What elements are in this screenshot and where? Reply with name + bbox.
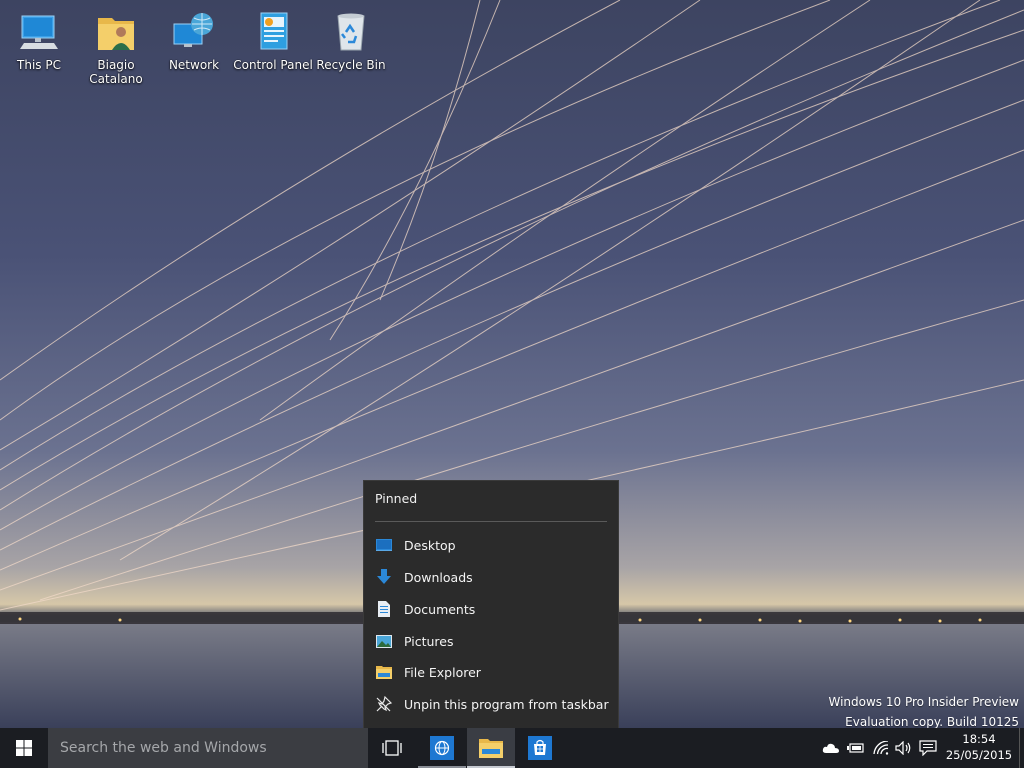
jump-list-item-label: Unpin this program from taskbar <box>404 696 609 712</box>
desktop-icon-label: Recycle Bin <box>316 58 386 72</box>
control-panel-icon <box>249 8 297 56</box>
file-explorer-jump-list: Pinned Desktop Downloads Documents Pictu… <box>363 480 619 728</box>
clock-time: 18:54 <box>962 732 996 746</box>
system-clock[interactable]: 18:54 25/05/2015 <box>944 731 1014 763</box>
jump-list-item-label: Desktop <box>404 537 456 553</box>
jump-list-item-label: Downloads <box>404 569 473 585</box>
task-view-button[interactable] <box>368 728 416 768</box>
document-icon <box>375 600 393 618</box>
windows-logo-icon <box>16 740 32 756</box>
unpin-icon <box>375 695 393 713</box>
network-icon <box>170 8 218 56</box>
jump-list-item-pictures[interactable]: Pictures <box>364 626 618 656</box>
jump-list-item-unpin[interactable]: Unpin this program from taskbar <box>364 689 618 719</box>
desktop-icon-this-pc[interactable]: This PC <box>1 8 77 92</box>
clock-date: 25/05/2015 <box>945 748 1013 762</box>
jump-list-section-title: Pinned <box>375 491 418 506</box>
desktop-icon-recycle-bin[interactable]: Recycle Bin <box>313 8 389 92</box>
battery-icon[interactable] <box>847 739 865 757</box>
desktop-icon-user-folder[interactable]: Biagio Catalano <box>78 8 154 92</box>
jump-list-item-label: Documents <box>404 601 476 617</box>
recycle-bin-icon <box>327 8 375 56</box>
jump-list-item-label: Pictures <box>404 633 454 649</box>
taskbar: Search the web and Windows 18:54 25/05/2… <box>0 728 1024 768</box>
pictures-icon <box>375 632 393 650</box>
file-explorer-taskbar-button[interactable] <box>467 728 515 768</box>
volume-icon[interactable] <box>895 739 913 757</box>
folder-icon <box>479 739 503 758</box>
internet-explorer-taskbar-button[interactable] <box>418 728 466 768</box>
globe-icon <box>430 736 454 760</box>
action-center-icon[interactable] <box>919 739 937 757</box>
jump-list-item-desktop[interactable]: Desktop <box>364 530 618 560</box>
task-view-icon <box>382 740 402 756</box>
desktop-icon-label: Control Panel <box>233 58 313 72</box>
computer-icon <box>15 8 63 56</box>
desktop-icon-network[interactable]: Network <box>156 8 232 92</box>
start-button[interactable] <box>0 728 48 768</box>
store-icon <box>528 736 552 760</box>
show-desktop-button[interactable] <box>1019 728 1024 768</box>
jump-list-item-documents[interactable]: Documents <box>364 594 618 624</box>
jump-list-item-downloads[interactable]: Downloads <box>364 562 618 592</box>
jump-list-item-file-explorer[interactable]: File Explorer <box>364 657 618 687</box>
build-watermark: Windows 10 Pro Insider Preview Evaluatio… <box>828 692 1019 732</box>
store-taskbar-button[interactable] <box>516 728 564 768</box>
user-folder-icon <box>92 8 140 56</box>
desktop-icon-label: This PC <box>17 58 61 72</box>
watermark-line-edition: Windows 10 Pro Insider Preview <box>828 695 1019 709</box>
desktop-icon-label: Network <box>168 58 220 72</box>
onedrive-icon[interactable] <box>822 739 840 757</box>
wifi-icon[interactable] <box>872 739 890 757</box>
desktop-icon-label: Biagio Catalano <box>89 58 143 86</box>
desktop-folder-icon <box>375 536 393 554</box>
search-placeholder: Search the web and Windows <box>60 740 267 756</box>
download-arrow-icon <box>375 568 393 586</box>
file-explorer-icon <box>375 663 393 681</box>
jump-list-divider <box>375 521 607 522</box>
desktop-icon-control-panel[interactable]: Control Panel <box>233 8 313 92</box>
search-input[interactable]: Search the web and Windows <box>48 728 368 768</box>
jump-list-item-label: File Explorer <box>404 664 481 680</box>
